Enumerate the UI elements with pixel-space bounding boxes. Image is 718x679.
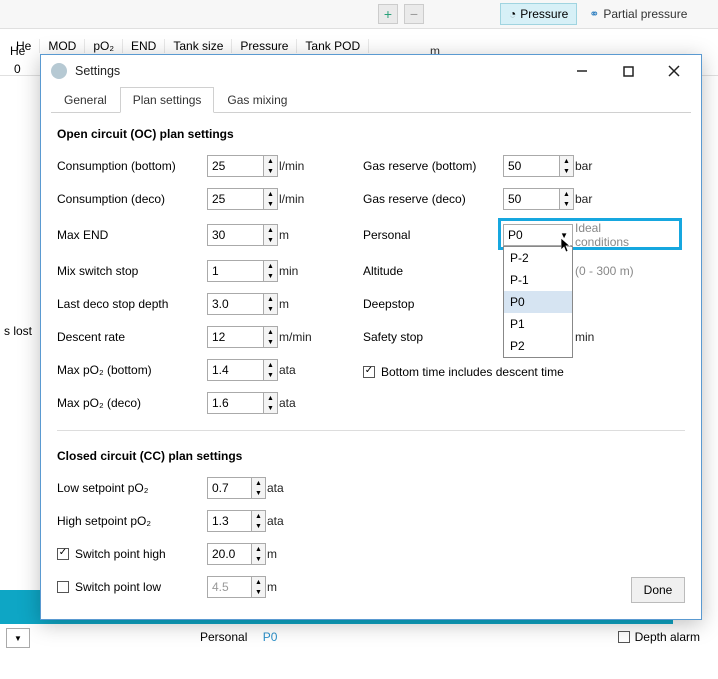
- personal-opt-p0[interactable]: P0: [504, 291, 572, 313]
- bg-he-value: 0: [14, 62, 21, 76]
- bg-toolbar: + − ◔ Pressure ⚭ Partial pressure: [0, 0, 718, 28]
- status-personal-label: Personal: [200, 630, 247, 644]
- personal-opt-p-2[interactable]: P-2: [504, 247, 572, 269]
- input-gas-res-b[interactable]: ▲▼: [503, 155, 575, 177]
- input-cons-deco[interactable]: ▲▼: [207, 188, 279, 210]
- checkbox-icon: [57, 581, 69, 593]
- personal-opt-p2[interactable]: P2: [504, 335, 572, 357]
- label-high-sp: High setpoint pO₂: [57, 514, 207, 528]
- partial-pressure-toggle[interactable]: ⚭ Partial pressure: [589, 7, 687, 21]
- col-TankPOD: Tank POD: [297, 39, 369, 53]
- sp-high-label: Switch point high: [75, 547, 166, 561]
- unit-gas-res-b: bar: [575, 159, 647, 173]
- label-gas-res-d: Gas reserve (deco): [363, 192, 503, 206]
- link-icon: ⚭: [589, 7, 599, 21]
- tab-plan-settings[interactable]: Plan settings: [120, 87, 215, 113]
- tabs: General Plan settings Gas mixing: [51, 87, 691, 113]
- personal-dropdown[interactable]: P-2 P-1 P0 P1 P2: [503, 246, 573, 358]
- separator: [57, 430, 685, 431]
- pressure-label: Pressure: [520, 7, 568, 21]
- bt-includes-label: Bottom time includes descent time: [381, 365, 564, 379]
- status-personal: Personal P0: [200, 630, 277, 644]
- cc-section: Closed circuit (CC) plan settings Low se…: [51, 435, 691, 602]
- input-cons-bottom[interactable]: ▲▼: [207, 155, 279, 177]
- label-cons-bottom: Consumption (bottom): [57, 159, 207, 173]
- input-low-sp[interactable]: ▲▼: [207, 477, 267, 499]
- label-max-end: Max END: [57, 228, 207, 242]
- personal-opt-p-1[interactable]: P-1: [504, 269, 572, 291]
- label-low-sp: Low setpoint pO₂: [57, 481, 207, 495]
- checkbox-icon: [57, 548, 69, 560]
- personal-combo[interactable]: P0 ▼ P-2 P-1 P0 P1 P2: [503, 224, 575, 246]
- sp-low-check[interactable]: Switch point low: [57, 580, 207, 594]
- depth-alarm-check[interactable]: Depth alarm: [618, 630, 700, 644]
- col-pO2: pO₂: [85, 39, 123, 53]
- altitude-hint: (0 - 300 m): [575, 264, 647, 278]
- input-descent[interactable]: ▲▼: [207, 326, 279, 348]
- maximize-button[interactable]: [607, 58, 649, 84]
- done-button[interactable]: Done: [631, 577, 685, 603]
- checkbox-icon: [618, 631, 630, 643]
- label-personal: Personal: [363, 228, 503, 242]
- oc-heading: Open circuit (OC) plan settings: [57, 127, 685, 141]
- app-icon: [51, 63, 67, 79]
- add-button[interactable]: +: [378, 4, 398, 24]
- col-Tank: Tank size: [165, 39, 232, 53]
- dialog-title: Settings: [75, 64, 120, 78]
- col-END: END: [123, 39, 165, 53]
- label-last-deco: Last deco stop depth: [57, 297, 207, 311]
- settings-dialog: Settings General Plan settings Gas mixin…: [40, 54, 702, 620]
- bt-includes-check[interactable]: Bottom time includes descent time: [363, 365, 647, 379]
- label-deepstop: Deepstop: [363, 297, 503, 311]
- remove-button[interactable]: −: [404, 4, 424, 24]
- minimize-button[interactable]: [561, 58, 603, 84]
- input-sp-low[interactable]: ▲▼: [207, 576, 267, 598]
- status-personal-value: P0: [263, 630, 278, 644]
- label-mix-switch: Mix switch stop: [57, 264, 207, 278]
- dialog-titlebar[interactable]: Settings: [41, 55, 701, 87]
- unit-safety: min: [575, 330, 647, 344]
- input-high-sp[interactable]: ▲▼: [207, 510, 267, 532]
- tab-gas-mixing[interactable]: Gas mixing: [214, 87, 300, 113]
- cc-heading: Closed circuit (CC) plan settings: [57, 449, 685, 463]
- label-descent: Descent rate: [57, 330, 207, 344]
- gauge-icon: ◔: [509, 7, 516, 21]
- input-gas-res-d[interactable]: ▲▼: [503, 188, 575, 210]
- chevron-down-icon: ▼: [14, 634, 22, 643]
- sp-high-check[interactable]: Switch point high: [57, 547, 207, 561]
- personal-opt-p1[interactable]: P1: [504, 313, 572, 335]
- bg-dropdown[interactable]: ▼: [6, 628, 30, 648]
- checkbox-icon: [363, 366, 375, 378]
- partial-pressure-label: Partial pressure: [603, 7, 687, 21]
- tab-general[interactable]: General: [51, 87, 120, 113]
- label-altitude: Altitude: [363, 264, 503, 278]
- label-maxpo2-b: Max pO₂ (bottom): [57, 363, 207, 377]
- depth-alarm-label: Depth alarm: [635, 630, 700, 644]
- input-maxpo2-d[interactable]: ▲▼: [207, 392, 279, 414]
- bg-he-label: He: [10, 44, 25, 58]
- label-cons-deco: Consumption (deco): [57, 192, 207, 206]
- label-gas-res-b: Gas reserve (bottom): [363, 159, 503, 173]
- col-Pressure: Pressure: [232, 39, 297, 53]
- oc-section: Open circuit (OC) plan settings Consumpt…: [51, 113, 691, 435]
- input-last-deco[interactable]: ▲▼: [207, 293, 279, 315]
- unit-cons-bottom: l/min: [279, 159, 325, 173]
- input-sp-high[interactable]: ▲▼: [207, 543, 267, 565]
- input-max-end[interactable]: ▲▼: [207, 224, 279, 246]
- label-maxpo2-d: Max pO₂ (deco): [57, 396, 207, 410]
- sp-low-label: Switch point low: [75, 580, 161, 594]
- close-button[interactable]: [653, 58, 695, 84]
- pressure-toggle[interactable]: ◔ Pressure: [500, 3, 577, 25]
- label-safety: Safety stop: [363, 330, 503, 344]
- input-maxpo2-b[interactable]: ▲▼: [207, 359, 279, 381]
- bg-slost: s lost: [4, 324, 32, 338]
- personal-hint: Ideal conditions: [575, 221, 647, 249]
- col-MOD: MOD: [40, 39, 85, 53]
- input-mix-switch[interactable]: ▲▼: [207, 260, 279, 282]
